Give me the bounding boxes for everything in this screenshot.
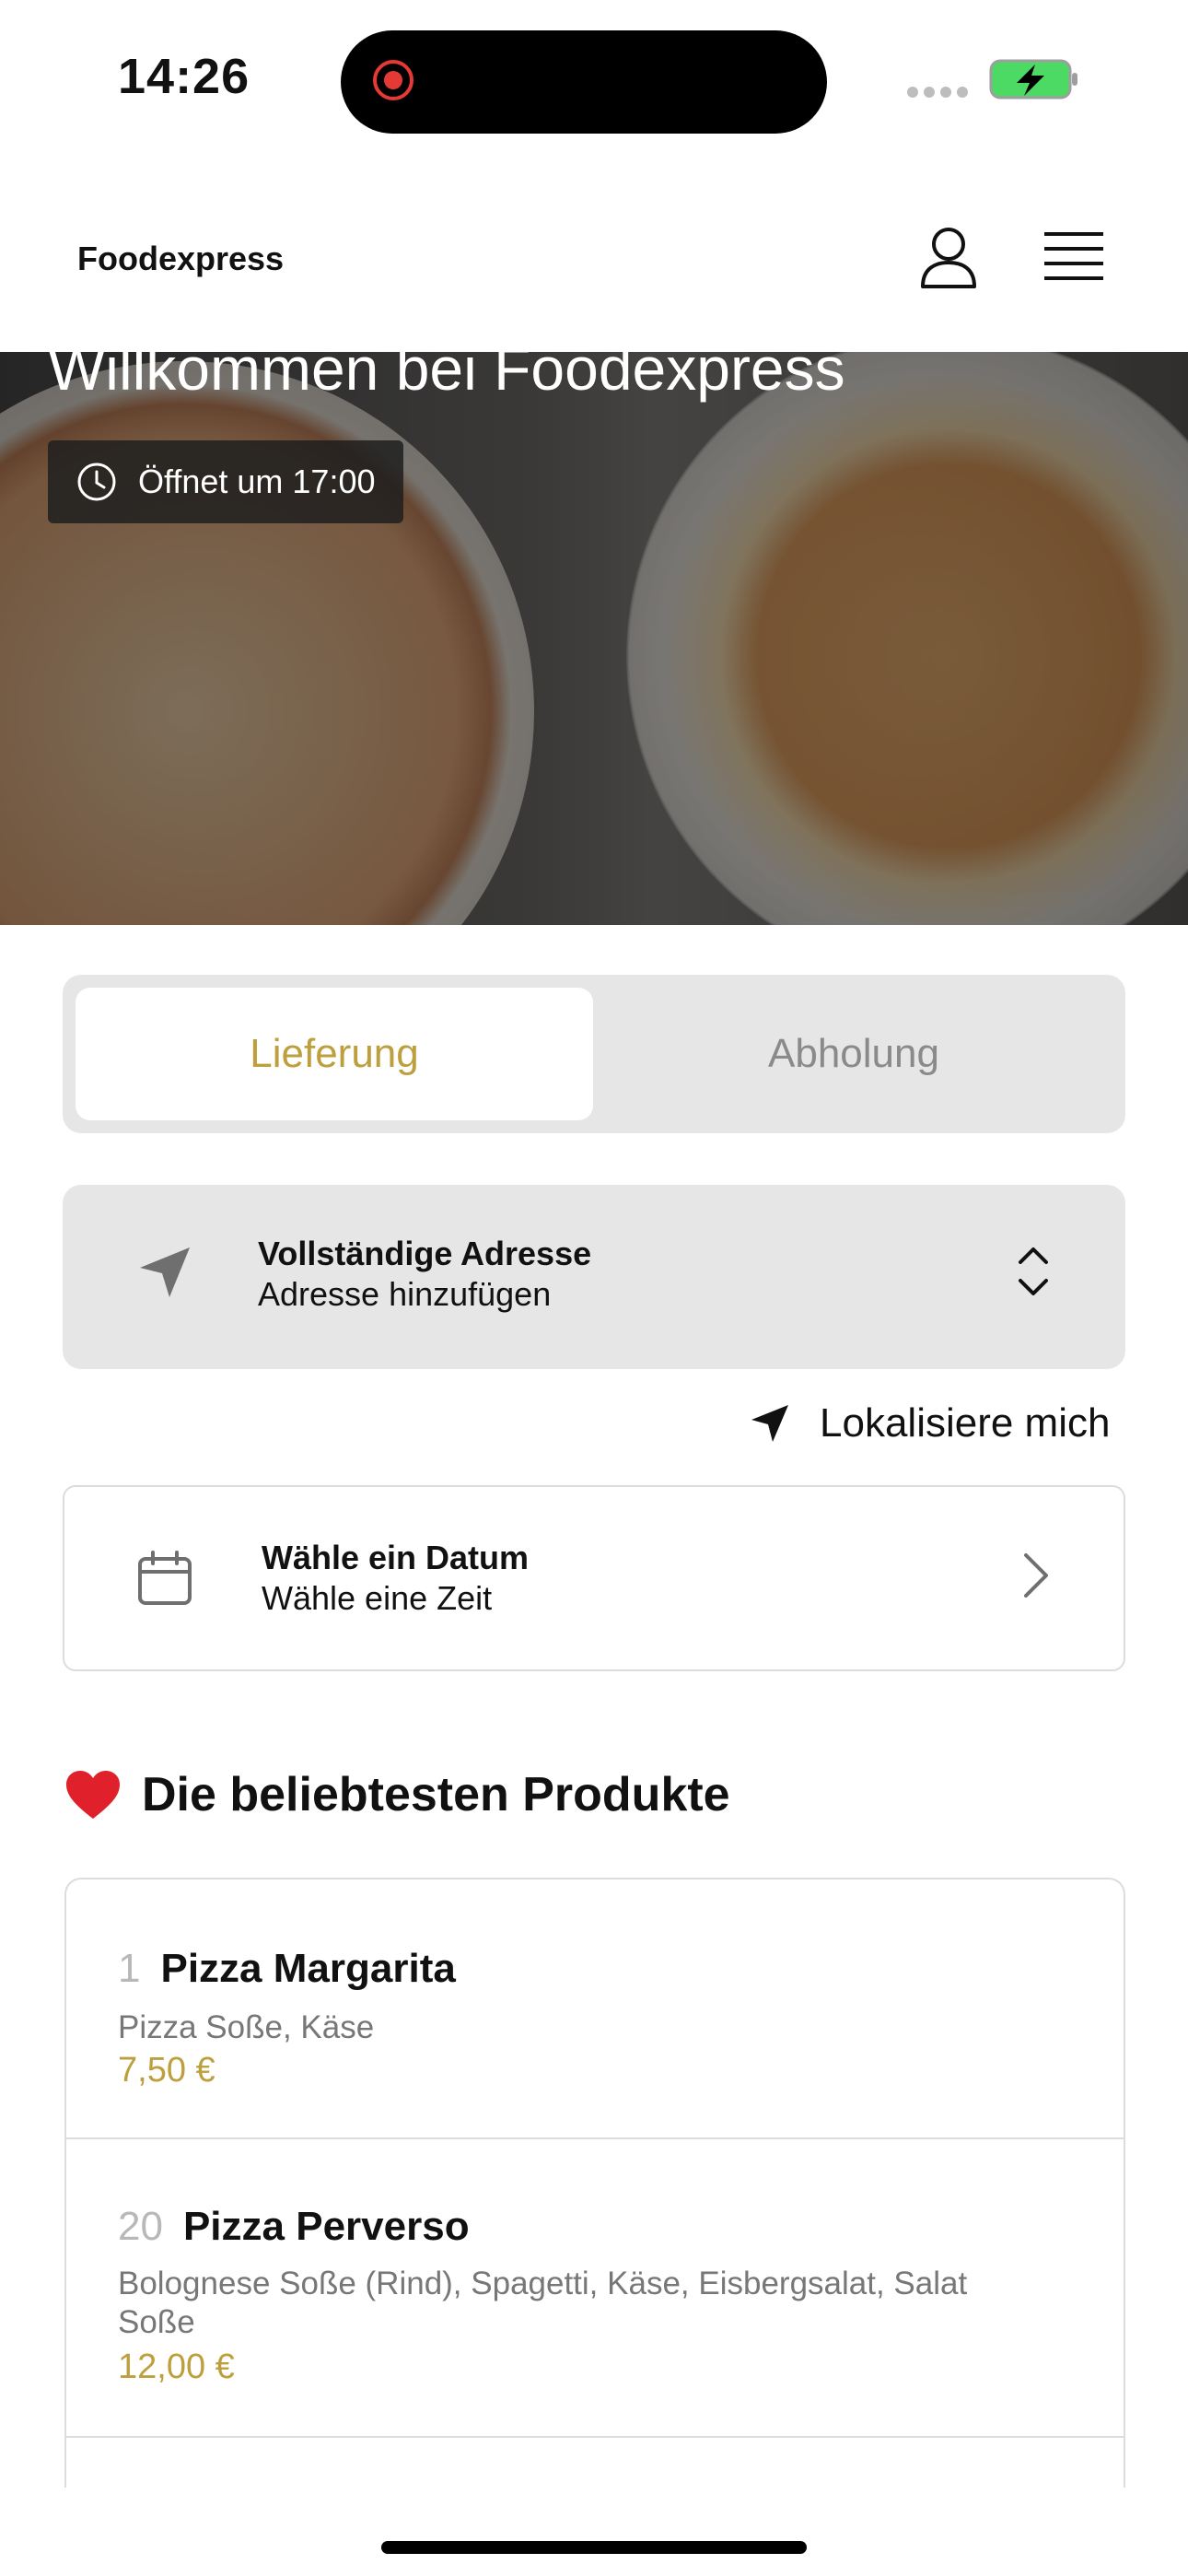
product-price: 7,50 € (118, 2051, 215, 2090)
date-subtitle: Wähle eine Zeit (262, 1579, 493, 1617)
calendar-icon (138, 1551, 192, 1605)
product-price: 12,00 € (118, 2348, 235, 2386)
opening-time: Öffnet um 17:00 (138, 463, 376, 500)
chevron-right-icon (1024, 1553, 1048, 1598)
list-item[interactable]: 1 Pizza Margarita Pizza Soße, Käse 7,50 … (66, 1879, 1124, 2139)
address-title: Vollständige Adresse (258, 1235, 592, 1272)
tab-delivery[interactable]: Lieferung (76, 988, 593, 1120)
list-item[interactable]: 20 Pizza Perverso Bolognese Soße (Rind),… (66, 2139, 1124, 2438)
home-indicator[interactable] (381, 2541, 807, 2554)
signal-icon (907, 86, 973, 102)
product-list: 1 Pizza Margarita Pizza Soße, Käse 7,50 … (64, 1878, 1125, 2488)
hero-title: Willkommen bei Foodexpress (48, 334, 845, 403)
recording-icon (373, 60, 413, 100)
product-number: 20 (118, 2204, 163, 2249)
date-selector[interactable]: Wähle ein Datum Wähle eine Zeit (63, 1485, 1125, 1671)
location-arrow-icon (751, 1405, 788, 1442)
clock-icon (77, 463, 116, 501)
heart-icon (66, 1771, 120, 1819)
popular-products-heading: Die beliebtesten Produkte (64, 1767, 730, 1822)
app-title: Foodexpress (77, 240, 285, 277)
status-time: 14:26 (118, 49, 250, 104)
product-description: Pizza Soße, Käse (118, 2009, 375, 2045)
product-number: 1 (118, 1946, 141, 1991)
chevron-up-down-icon (1019, 1247, 1048, 1295)
tab-pickup[interactable]: Abholung (595, 988, 1112, 1120)
date-title: Wähle ein Datum (262, 1539, 530, 1576)
product-name: Pizza Margarita (160, 1946, 456, 1991)
locate-me-label: Lokalisiere mich (820, 1400, 1111, 1446)
product-name: Pizza Perverso (182, 2204, 470, 2249)
address-selector[interactable]: Vollständige Adresse Adresse hinzufügen (63, 1185, 1125, 1369)
popular-products-title: Die beliebtesten Produkte (142, 1768, 730, 1821)
menu-icon[interactable] (1044, 230, 1103, 284)
address-subtitle: Adresse hinzufügen (258, 1275, 552, 1313)
location-arrow-icon (140, 1247, 190, 1297)
user-icon[interactable] (919, 226, 978, 290)
order-mode-toggle: Lieferung Abholung (63, 975, 1125, 1133)
hero-banner (0, 352, 1188, 925)
battery-charging-icon (989, 59, 1077, 100)
locate-me-button[interactable]: Lokalisiere mich (748, 1400, 1110, 1446)
opening-badge: Öffnet um 17:00 (48, 440, 403, 523)
product-description: Bolognese Soße (Rind), Spagetti, Käse, E… (118, 2266, 968, 2340)
